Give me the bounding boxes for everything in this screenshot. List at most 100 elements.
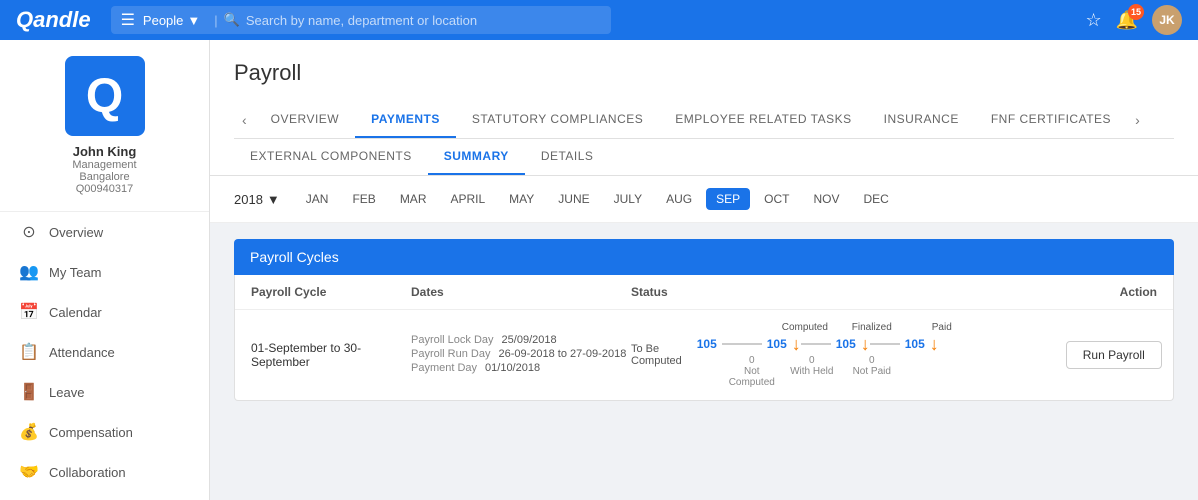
payroll-cycles-header: Payroll Cycles [234,239,1174,275]
col-header-action: Action [957,285,1157,299]
people-label: People [143,13,183,28]
sidebar: Q John King Management Bangalore Q009403… [0,40,210,500]
paid-top-label: Paid [922,322,962,333]
collaboration-icon: 🤝 [19,462,39,482]
profile-location: Bangalore [79,171,129,183]
layout: Q John King Management Bangalore Q009403… [0,40,1198,500]
month-mar[interactable]: MAR [390,188,437,210]
year-value: 2018 [234,192,263,207]
lock-day-value: 25/09/2018 [502,334,557,346]
action-cell: Run Payroll [962,341,1162,369]
payroll-cycles-section: Payroll Cycles Payroll Cycle Dates Statu… [210,223,1198,417]
notifications-icon[interactable]: 🔔 15 [1116,10,1138,31]
sidebar-item-calendar-label: Calendar [49,305,102,320]
star-icon[interactable]: ☆ [1085,10,1101,31]
sidebar-item-overview[interactable]: ⊙ Overview [0,212,209,252]
search-area: ☰ People ▼ | 🔍 [111,6,611,34]
profile-role: Management [72,159,136,171]
subtab-summary[interactable]: SUMMARY [428,139,525,175]
profile-avatar-letter: Q [86,69,123,124]
page-header: Payroll ‹ OVERVIEW PAYMENTS STATUTORY CO… [210,40,1198,139]
table-header-row: Payroll Cycle Dates Status Action [235,275,1173,310]
tab-fnf-certificates[interactable]: FNF CERTIFICATES [975,102,1127,138]
sidebar-item-leave-label: Leave [49,385,84,400]
year-dropdown-arrow-icon: ▼ [267,192,280,207]
payroll-table: Payroll Cycle Dates Status Action 01-Sep… [234,275,1174,401]
year-dropdown[interactable]: 2018 ▼ [234,192,280,207]
tabs-prev-arrow[interactable]: ‹ [234,112,255,128]
status-text: To Be Computed [631,343,682,367]
month-feb[interactable]: FEB [342,188,385,210]
compensation-icon: 💰 [19,422,39,442]
sidebar-item-attendance[interactable]: 📋 Attendance [0,332,209,372]
profile-id: Q00940317 [76,183,134,195]
run-day-range: 26-09-2018 to 27-09-2018 [498,348,626,360]
navbar: Qandle ☰ People ▼ | 🔍 ☆ 🔔 15 JK [0,0,1198,40]
subtab-external-components[interactable]: EXTERNAL COMPONENTS [234,139,428,175]
sidebar-item-collaboration[interactable]: 🤝 Collaboration [0,452,209,492]
month-nov[interactable]: NOV [803,188,849,210]
month-july[interactable]: JULY [604,188,652,210]
sidebar-item-collaboration-label: Collaboration [49,465,126,480]
sidebar-item-leave[interactable]: 🚪 Leave [0,372,209,412]
tab-statutory-compliances[interactable]: STATUTORY COMPLIANCES [456,102,659,138]
month-jan[interactable]: JAN [296,188,339,210]
sidebar-item-calendar[interactable]: 📅 Calendar [0,292,209,332]
flow-arrow-2: ↓ [861,335,870,353]
computed-top-label: Computed [782,322,822,333]
tab-insurance[interactable]: INSURANCE [868,102,975,138]
sidebar-nav: ⊙ Overview 👥 My Team 📅 Calendar 📋 Attend… [0,212,209,500]
tab-overview[interactable]: OVERVIEW [255,102,355,138]
sidebar-item-attendance-label: Attendance [49,345,115,360]
months-row: JAN FEB MAR APRIL MAY JUNE JULY AUG SEP … [296,188,1174,210]
sidebar-item-compensation[interactable]: 💰 Compensation [0,412,209,452]
subtab-details[interactable]: DETAILS [525,139,610,175]
month-may[interactable]: MAY [499,188,544,210]
calendar-icon: 📅 [19,302,39,322]
month-april[interactable]: APRIL [440,188,495,210]
profile-name: John King [73,144,137,159]
page-title: Payroll [234,60,1174,86]
finalized-top-label: Finalized [852,322,892,333]
tab-employee-related-tasks[interactable]: EMPLOYEE RELATED TASKS [659,102,867,138]
sidebar-item-assets[interactable]: 🗂 Assets [0,492,209,500]
sidebar-item-my-team-label: My Team [49,265,102,280]
sidebar-profile: Q John King Management Bangalore Q009403… [0,40,209,212]
menu-icon[interactable]: ☰ [121,10,135,30]
not-computed-label: 0 Not Computed [722,355,782,388]
status-flow-cell: To Be Computed Computed Finalized [631,322,962,388]
search-icon: 🔍 [224,12,240,28]
avatar-initials: JK [1159,13,1174,27]
avatar[interactable]: JK [1152,5,1182,35]
status-value2: Computed [631,355,682,367]
flow-line-2 [801,343,831,345]
navbar-right: ☆ 🔔 15 JK [1085,5,1182,35]
overview-icon: ⊙ [19,222,39,242]
dropdown-arrow-icon: ▼ [187,13,200,28]
tabs-next-arrow[interactable]: › [1127,112,1148,128]
main-content: Payroll ‹ OVERVIEW PAYMENTS STATUTORY CO… [210,40,1198,500]
payroll-flow: Computed Finalized Paid 105 105 [692,322,962,388]
search-input[interactable] [246,13,506,28]
profile-avatar: Q [65,56,145,136]
month-june[interactable]: JUNE [548,188,599,210]
payment-day-label: Payment Day [411,362,477,374]
nav-divider: | [214,13,217,28]
people-dropdown[interactable]: People ▼ [143,13,200,28]
month-aug[interactable]: AUG [656,188,702,210]
dates-cell: Payroll Lock Day 25/09/2018 Payroll Run … [411,334,631,376]
sidebar-item-my-team[interactable]: 👥 My Team [0,252,209,292]
flow-val-2: 105 [762,337,792,351]
table-row: 01-September to 30-September Payroll Loc… [235,310,1173,400]
subtabs: EXTERNAL COMPONENTS SUMMARY DETAILS [210,139,1198,176]
tab-payments[interactable]: PAYMENTS [355,102,456,138]
flow-arrow-3: ↓ [930,335,939,353]
month-dec[interactable]: DEC [853,188,898,210]
month-sep[interactable]: SEP [706,188,750,210]
cycle-name-text: 01-September to 30-September [251,341,411,369]
run-payroll-button[interactable]: Run Payroll [1066,341,1162,369]
sidebar-item-compensation-label: Compensation [49,425,133,440]
col-header-cycle: Payroll Cycle [251,285,411,299]
flow-val-1: 105 [692,337,722,351]
month-oct[interactable]: OCT [754,188,799,210]
